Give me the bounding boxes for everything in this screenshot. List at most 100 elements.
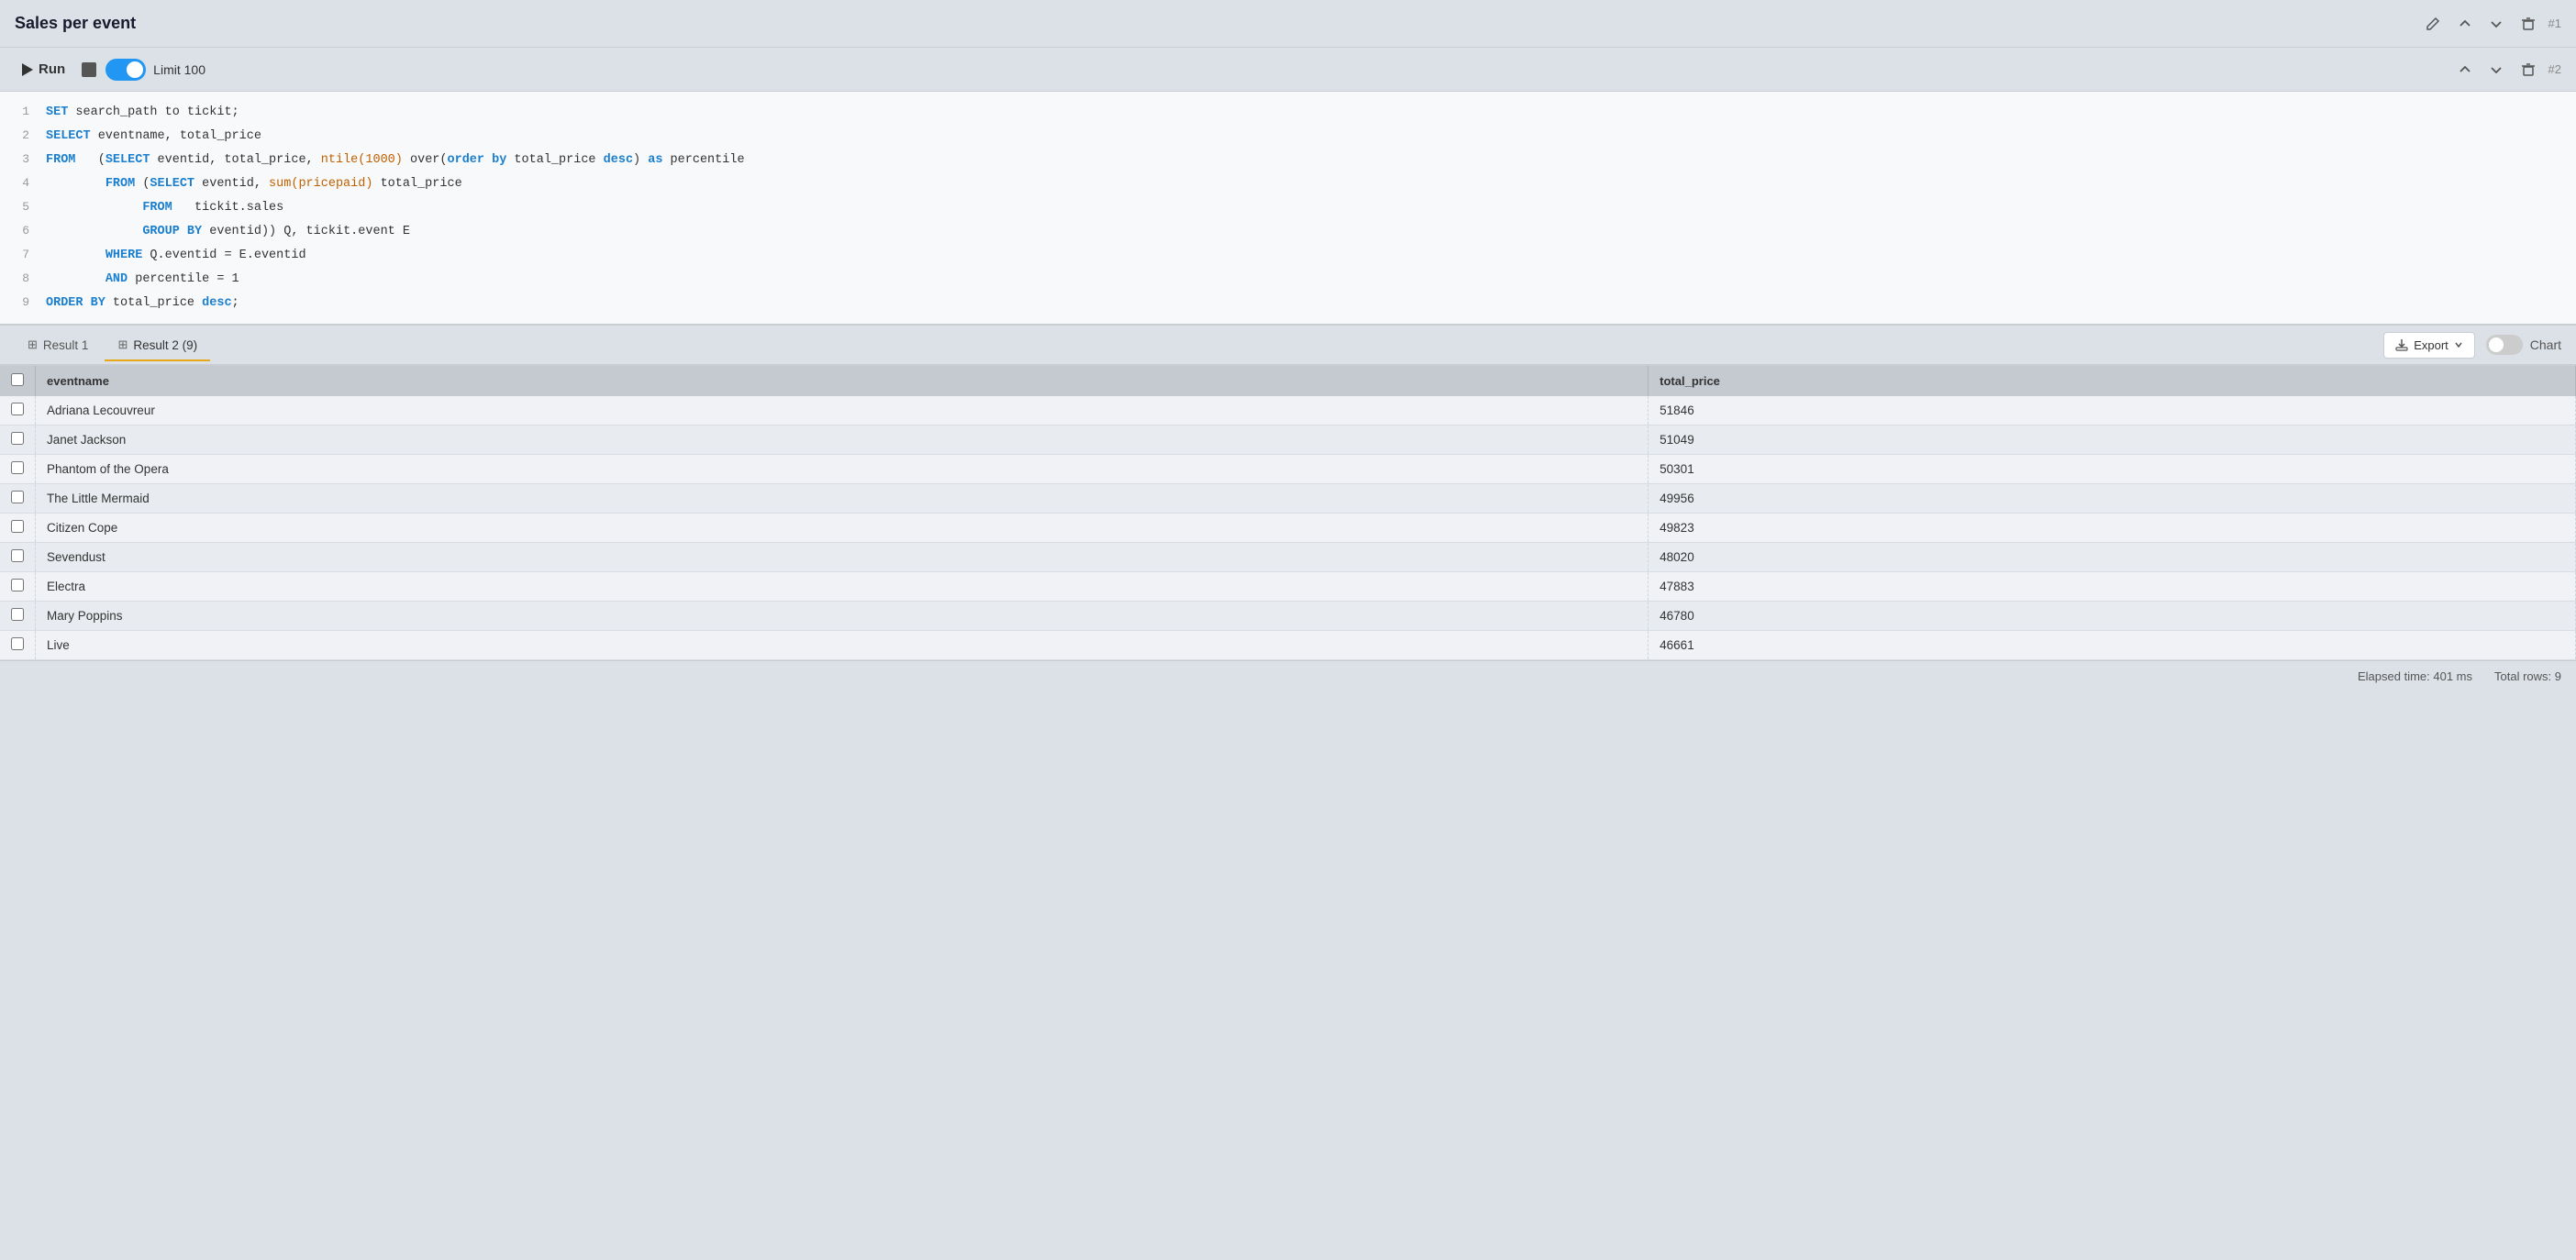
code-token: sum(pricepaid): [269, 177, 372, 191]
row-checkbox[interactable]: [11, 579, 24, 591]
code-line: 2SELECT eventname, total_price: [0, 125, 2576, 149]
results-actions: Export Chart: [2383, 332, 2561, 359]
toolbar-right: #2: [2453, 59, 2561, 81]
cell-eventname: Sevendust: [36, 543, 1649, 572]
line-number: 1: [0, 102, 46, 122]
table-row[interactable]: Mary Poppins46780: [0, 602, 2576, 631]
table-row[interactable]: Sevendust48020: [0, 543, 2576, 572]
move-down-button[interactable]: [2484, 14, 2508, 34]
table-header-row: eventname total_price: [0, 366, 2576, 396]
export-dropdown-icon: [2454, 340, 2463, 349]
line-content: FROM (SELECT eventid, total_price, ntile…: [46, 150, 2576, 171]
code-token: desc: [202, 296, 231, 310]
table-row[interactable]: Live46661: [0, 631, 2576, 660]
code-line: 1SET search_path to tickit;: [0, 101, 2576, 125]
code-editor[interactable]: 1SET search_path to tickit;2SELECT event…: [0, 92, 2576, 325]
run-button[interactable]: Run: [15, 58, 72, 81]
code-token: as: [648, 153, 662, 167]
line-content: GROUP BY eventid)) Q, tickit.event E: [46, 222, 2576, 243]
code-token: over(: [403, 153, 448, 167]
code-token: ntile(: [321, 153, 366, 167]
code-token: Q.eventid = E.eventid: [142, 249, 305, 262]
table-row[interactable]: Citizen Cope49823: [0, 514, 2576, 543]
tab-result1[interactable]: ⊞ Result 1: [15, 330, 101, 361]
code-token: [46, 225, 142, 238]
toggle-slider: [105, 59, 146, 81]
code-line: 3FROM (SELECT eventid, total_price, ntil…: [0, 149, 2576, 172]
code-token: SELECT: [105, 153, 150, 167]
chart-toggle-switch[interactable]: [2486, 335, 2523, 355]
line-content: AND percentile = 1: [46, 270, 2576, 291]
header-checkbox-cell: [0, 366, 36, 396]
table-row[interactable]: The Little Mermaid49956: [0, 484, 2576, 514]
row-checkbox[interactable]: [11, 461, 24, 474]
code-token: eventname, total_price: [91, 129, 261, 143]
move-up-button[interactable]: [2453, 14, 2477, 34]
header-total-price[interactable]: total_price: [1649, 366, 2576, 396]
limit-toggle[interactable]: [105, 59, 146, 81]
cell-total-price: 47883: [1649, 572, 2576, 602]
row-checkbox-cell: [0, 484, 36, 514]
table-row[interactable]: Janet Jackson51049: [0, 426, 2576, 455]
line-content: ORDER BY total_price desc;: [46, 293, 2576, 315]
export-button[interactable]: Export: [2383, 332, 2475, 359]
toolbar-delete-button[interactable]: [2515, 59, 2541, 81]
row-checkbox-cell: [0, 514, 36, 543]
results-table: eventname total_price Adriana Lecouvreur…: [0, 366, 2576, 660]
line-content: SELECT eventname, total_price: [46, 127, 2576, 148]
chart-toggle-container: Chart: [2486, 335, 2561, 355]
code-token: tickit.sales: [172, 201, 284, 215]
row-checkbox[interactable]: [11, 491, 24, 503]
header-eventname[interactable]: eventname: [36, 366, 1649, 396]
title-bar: Sales per event: [0, 0, 2576, 48]
trash-icon: [2521, 17, 2536, 31]
row-checkbox[interactable]: [11, 637, 24, 650]
toolbar-chevron-down-icon: [2490, 63, 2503, 76]
toolbar-left: Run Limit 100: [15, 58, 205, 81]
table-row[interactable]: Adriana Lecouvreur51846: [0, 396, 2576, 426]
status-bar: Elapsed time: 401 ms Total rows: 9: [0, 660, 2576, 691]
table-row[interactable]: Phantom of the Opera50301: [0, 455, 2576, 484]
code-token: [46, 177, 105, 191]
row-checkbox-cell: [0, 396, 36, 426]
stop-button[interactable]: [82, 62, 96, 77]
code-token: eventid, total_price,: [150, 153, 320, 167]
select-all-checkbox[interactable]: [11, 373, 24, 386]
toolbar-move-up-button[interactable]: [2453, 60, 2477, 80]
elapsed-time: Elapsed time: 401 ms: [2358, 669, 2472, 683]
table-row[interactable]: Electra47883: [0, 572, 2576, 602]
code-token: percentile: [662, 153, 744, 167]
row-checkbox[interactable]: [11, 520, 24, 533]
data-table-container[interactable]: eventname total_price Adriana Lecouvreur…: [0, 366, 2576, 660]
line-number: 2: [0, 126, 46, 146]
line-content: SET search_path to tickit;: [46, 103, 2576, 124]
row-checkbox[interactable]: [11, 549, 24, 562]
code-token: FROM: [142, 201, 172, 215]
toolbar-move-down-button[interactable]: [2484, 60, 2508, 80]
edit-button[interactable]: [2420, 13, 2446, 35]
cell-eventname: Adriana Lecouvreur: [36, 396, 1649, 426]
line-number: 8: [0, 269, 46, 289]
tab-result2[interactable]: ⊞ Result 2 (9): [105, 330, 210, 361]
line-number: 9: [0, 293, 46, 313]
line-number: 5: [0, 197, 46, 217]
table-header: eventname total_price: [0, 366, 2576, 396]
code-line: 7 WHERE Q.eventid = E.eventid: [0, 244, 2576, 268]
row-checkbox-cell: [0, 455, 36, 484]
export-icon: [2395, 338, 2408, 351]
row-checkbox[interactable]: [11, 432, 24, 445]
row-checkbox[interactable]: [11, 608, 24, 621]
code-token: desc: [604, 153, 633, 167]
chart-label: Chart: [2530, 337, 2561, 352]
panel-num-title: #1: [2548, 17, 2561, 30]
line-content: WHERE Q.eventid = E.eventid: [46, 246, 2576, 267]
code-token: ORDER BY: [46, 296, 105, 310]
code-token: FROM: [105, 177, 135, 191]
delete-title-button[interactable]: [2515, 13, 2541, 35]
code-token: eventid)) Q, tickit.event E: [202, 225, 410, 238]
code-token: GROUP BY: [142, 225, 202, 238]
code-line: 9ORDER BY total_price desc;: [0, 292, 2576, 315]
line-number: 3: [0, 149, 46, 170]
row-checkbox-cell: [0, 602, 36, 631]
row-checkbox[interactable]: [11, 403, 24, 415]
